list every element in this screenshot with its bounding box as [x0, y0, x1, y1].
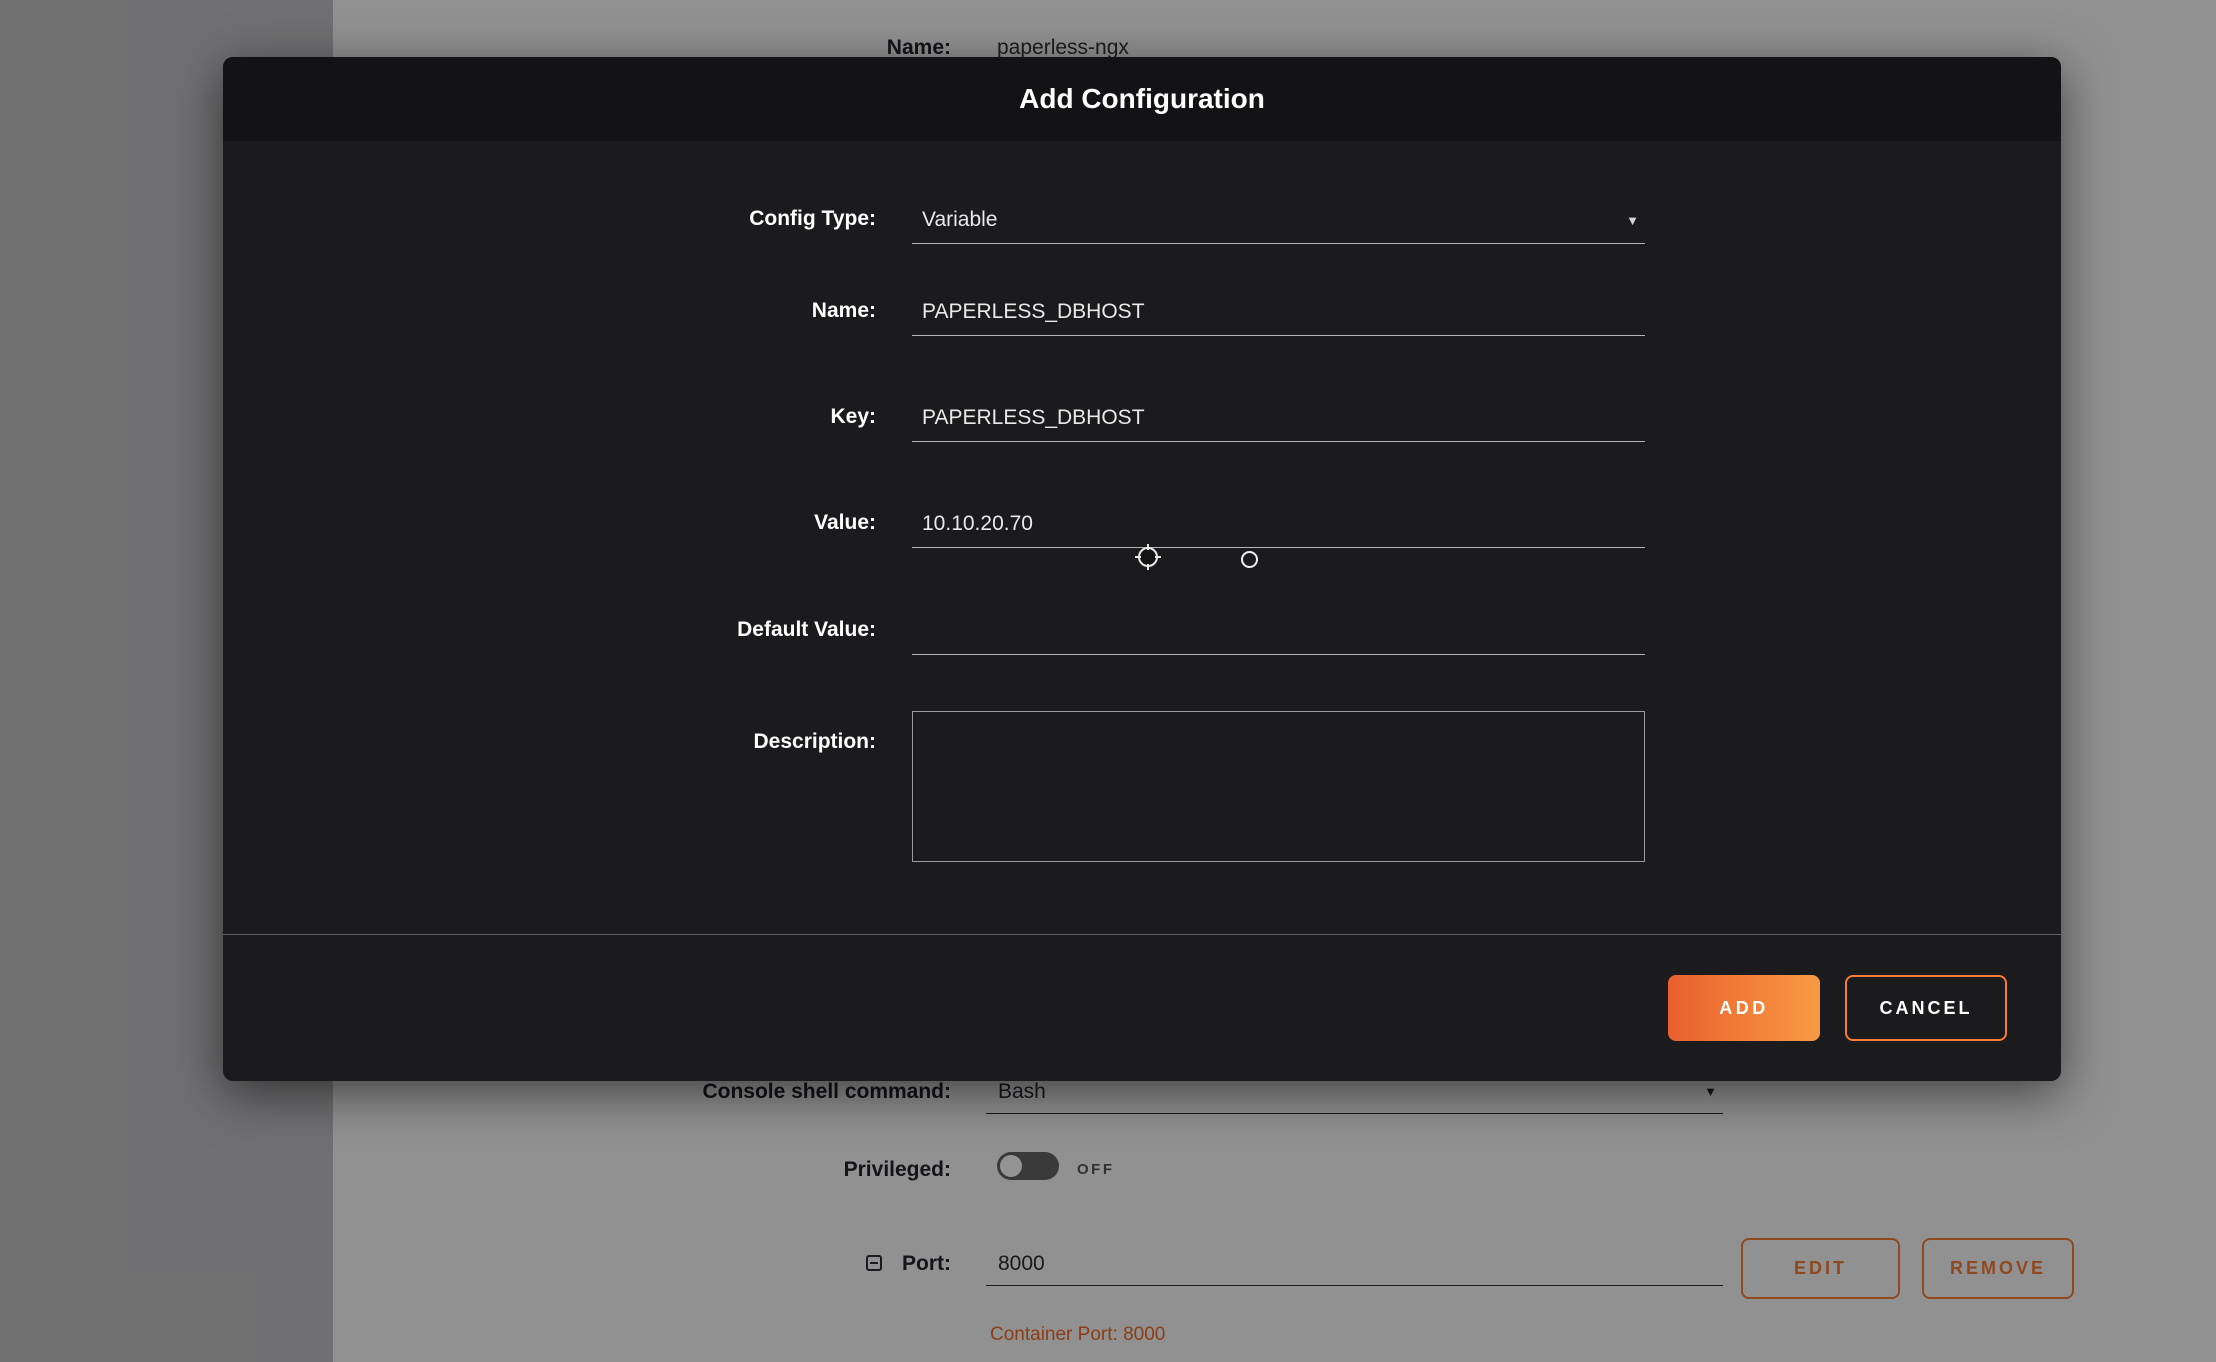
config-type-value: Variable [922, 208, 998, 231]
description-label: Description: [373, 730, 876, 754]
config-type-label: Config Type: [373, 207, 876, 231]
screen: Name: paperless-ngx u can g and st the n… [0, 0, 2216, 1362]
value-input[interactable]: 10.10.20.70 [912, 504, 1645, 548]
modal-title: Add Configuration [223, 57, 2061, 141]
description-textarea[interactable] [912, 711, 1645, 862]
modal-header: Add Configuration [223, 57, 2061, 141]
key-input[interactable]: PAPERLESS_DBHOST [912, 398, 1645, 442]
chevron-down-icon: ▼ [1626, 214, 1639, 227]
name-label: Name: [373, 299, 876, 323]
add-button[interactable]: ADD [1668, 975, 1820, 1041]
modal-footer-divider [223, 934, 2061, 935]
key-label: Key: [373, 405, 876, 429]
value-value: 10.10.20.70 [922, 512, 1033, 535]
cancel-button[interactable]: CANCEL [1845, 975, 2007, 1041]
selection-ring-icon [1241, 551, 1258, 568]
config-type-select[interactable]: Variable ▼ [912, 200, 1645, 244]
name-input[interactable]: PAPERLESS_DBHOST [912, 292, 1645, 336]
crosshair-cursor-icon [1133, 542, 1163, 572]
default-value-input[interactable] [912, 611, 1645, 655]
key-value: PAPERLESS_DBHOST [922, 406, 1145, 429]
name-value: PAPERLESS_DBHOST [922, 300, 1145, 323]
value-label: Value: [373, 511, 876, 535]
default-value-label: Default Value: [373, 618, 876, 642]
